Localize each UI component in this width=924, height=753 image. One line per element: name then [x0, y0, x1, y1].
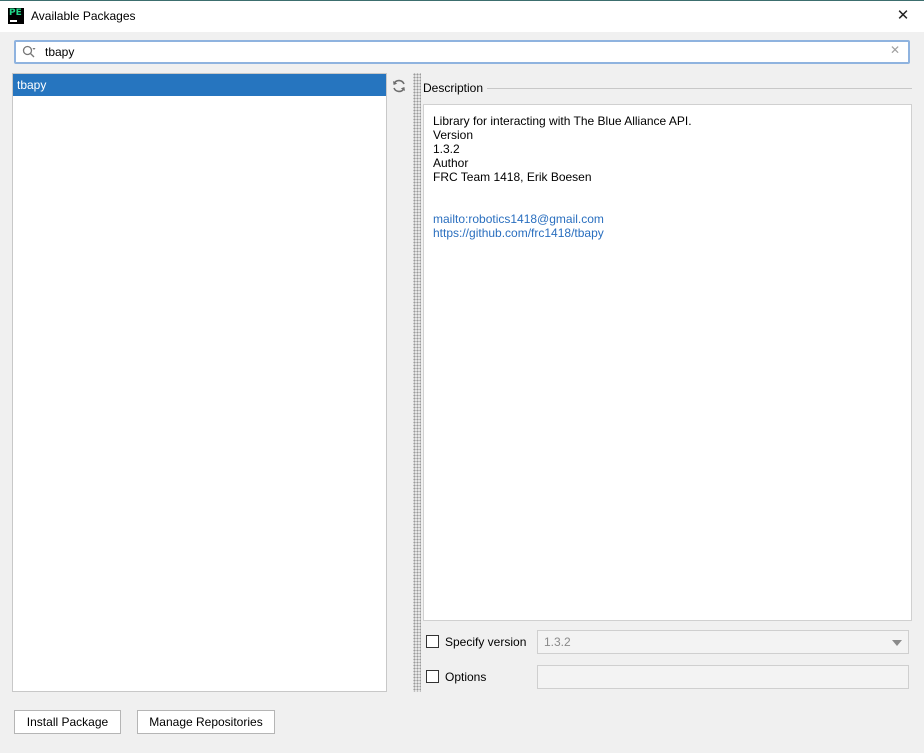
pycharm-app-icon: PE — [8, 8, 24, 24]
window-title: Available Packages — [31, 9, 136, 23]
specify-version-checkbox[interactable] — [426, 635, 439, 648]
install-package-button[interactable]: Install Package — [14, 710, 121, 734]
author-heading: Author — [433, 156, 469, 170]
options-label: Options — [445, 670, 487, 684]
email-link[interactable]: mailto:robotics1418@gmail.com — [433, 212, 911, 226]
description-label: Description — [423, 81, 488, 95]
description-summary: Library for interacting with The Blue Al… — [433, 114, 692, 128]
github-link[interactable]: https://github.com/frc1418/tbapy — [433, 226, 911, 240]
search-input[interactable] — [45, 44, 865, 60]
options-checkbox[interactable] — [426, 670, 439, 683]
package-list-item[interactable]: tbapy — [13, 74, 386, 96]
refresh-toolbar — [387, 73, 411, 692]
panel-splitter[interactable] — [413, 73, 421, 692]
package-list[interactable]: tbapy — [12, 73, 387, 692]
manage-repositories-button[interactable]: Manage Repositories — [137, 710, 275, 734]
version-heading: Version — [433, 128, 474, 142]
search-icon[interactable] — [22, 45, 36, 59]
author-value: FRC Team 1418, Erik Boesen — [433, 170, 592, 184]
options-input[interactable] — [537, 665, 909, 689]
version-value: 1.3.2 — [433, 142, 460, 156]
close-button[interactable]: ✕ — [890, 5, 916, 27]
package-search-field[interactable]: ✕ — [14, 40, 910, 64]
description-separator — [423, 88, 912, 89]
version-select[interactable]: 1.3.2 — [537, 630, 909, 654]
title-bar: PE Available Packages ✕ — [0, 0, 924, 32]
description-panel: Library for interacting with The Blue Al… — [423, 104, 912, 621]
clear-search-icon[interactable]: ✕ — [890, 43, 900, 57]
chevron-down-icon — [892, 640, 902, 646]
specify-version-label: Specify version — [445, 635, 527, 649]
refresh-icon[interactable] — [391, 78, 407, 94]
version-select-value: 1.3.2 — [544, 635, 571, 649]
